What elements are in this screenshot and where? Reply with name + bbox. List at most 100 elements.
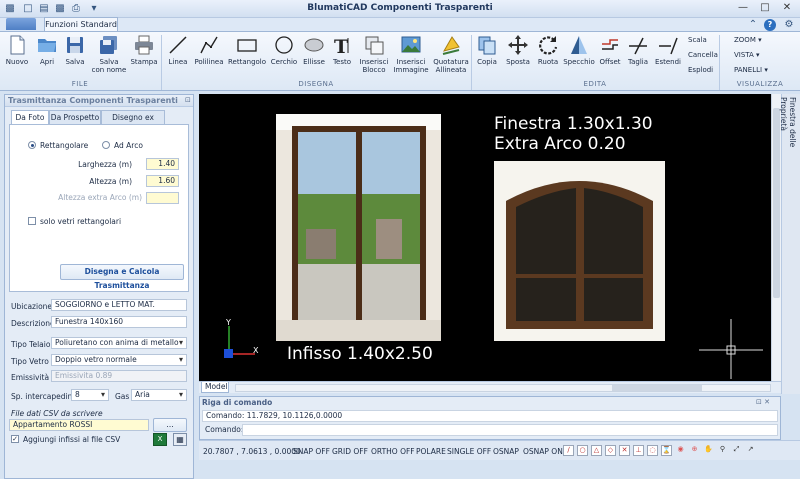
help-icon[interactable]: ?: [764, 19, 776, 31]
csv-file-input[interactable]: Appartamento ROSSI: [9, 419, 149, 431]
quotatura-allineata-button[interactable]: Quotatura Allineata: [431, 34, 471, 74]
browse-button[interactable]: ...: [153, 418, 187, 432]
snap-intersection-icon[interactable]: ✕: [619, 445, 630, 456]
zoom-realtime-icon[interactable]: ↗: [745, 445, 756, 456]
scala-button[interactable]: Scala: [688, 36, 707, 44]
app-logo-icon[interactable]: ▩: [4, 3, 16, 15]
ucs-axis-icon: [224, 326, 255, 358]
tab-funzioni-standard[interactable]: Funzioni Standard: [44, 17, 118, 32]
emissivita-input[interactable]: Emissivita 0.89: [51, 370, 187, 382]
crosshair-cursor: [699, 319, 763, 379]
tab-da-foto[interactable]: Da Foto: [11, 110, 49, 125]
drawing-canvas[interactable]: Finestra 1.30x1.30 Extra Arco 0.20 Infis…: [199, 94, 771, 381]
salva-button[interactable]: Salva: [62, 34, 88, 66]
maximize-button[interactable]: □: [754, 1, 776, 15]
altezza-arco-input[interactable]: [146, 192, 179, 204]
cerchio-label: Cerchio: [270, 58, 298, 66]
snap-midpoint-icon[interactable]: △: [591, 445, 602, 456]
cerchio-button[interactable]: Cerchio: [269, 34, 299, 66]
zoom-dropdown[interactable]: ZOOM: [734, 36, 762, 44]
ortho-toggle[interactable]: ORTHO OFF: [371, 447, 415, 456]
pin-icon[interactable]: ⊡: [185, 96, 191, 104]
tab-da-prospetto[interactable]: Da Prospetto: [49, 110, 101, 124]
stampa-button[interactable]: Stampa: [130, 34, 158, 66]
gas-select[interactable]: Aria: [131, 389, 187, 401]
testo-button[interactable]: T Testo: [330, 34, 354, 66]
model-tab[interactable]: Model: [201, 382, 229, 393]
settings-icon[interactable]: ⚙: [782, 19, 796, 31]
ubicazione-input[interactable]: SOGGIORNO e LETTO MAT.: [51, 299, 187, 311]
open-quick-icon[interactable]: ▤: [38, 3, 50, 15]
specchio-button[interactable]: Specchio: [563, 34, 595, 66]
close-button[interactable]: ✕: [776, 1, 798, 15]
tipo-vetro-select[interactable]: Doppio vetro normale: [51, 354, 187, 366]
testo-label: Testo: [332, 58, 352, 66]
rettangolo-button[interactable]: Rettangolo: [228, 34, 266, 66]
vertical-scrollbar[interactable]: [771, 94, 781, 381]
nuovo-button[interactable]: Nuovo: [3, 34, 31, 66]
open-folder-icon: [38, 39, 56, 52]
sposta-button[interactable]: Sposta: [503, 34, 533, 66]
offset-button[interactable]: Offset: [597, 34, 623, 66]
snap-perpendicular-icon[interactable]: ⊥: [633, 445, 644, 456]
minimize-button[interactable]: —: [732, 1, 754, 15]
excel-icon[interactable]: X: [153, 433, 167, 446]
altezza-input[interactable]: 1.60: [146, 175, 179, 187]
group-disegna-label: DISEGNA: [298, 80, 334, 88]
osnap-on-toggle[interactable]: OSNAP ON: [523, 447, 563, 456]
collapse-ribbon-icon[interactable]: ⌃: [746, 19, 760, 31]
print-quick-icon[interactable]: ⎙: [70, 3, 82, 15]
command-input[interactable]: [242, 424, 778, 436]
zoom-window-icon[interactable]: ⚲: [717, 445, 728, 456]
ellisse-button[interactable]: Ellisse: [301, 34, 327, 66]
aggiungi-checkbox[interactable]: ✓: [11, 435, 19, 443]
copia-button[interactable]: Copia: [474, 34, 500, 66]
inserisci-blocco-button[interactable]: Inserisci Blocco: [357, 34, 391, 74]
snap-quadrant-icon[interactable]: ◇: [605, 445, 616, 456]
h-scroll-thumb[interactable]: [612, 385, 702, 391]
table-icon[interactable]: ▦: [173, 433, 187, 446]
apri-button[interactable]: Apri: [34, 34, 60, 66]
horizontal-scrollbar[interactable]: [235, 384, 771, 392]
tipo-telaio-select[interactable]: Poliuretano con anima di metallo: [51, 337, 187, 349]
scroll-thumb[interactable]: [773, 108, 780, 298]
linea-button[interactable]: Linea: [166, 34, 190, 66]
new-quick-icon[interactable]: □: [22, 3, 34, 15]
snap-endpoint-icon[interactable]: ∕: [563, 445, 574, 456]
grid-toggle[interactable]: GRID OFF: [332, 447, 368, 456]
cancella-button[interactable]: Cancella: [688, 51, 718, 59]
snap-tangent-icon[interactable]: ◌: [647, 445, 658, 456]
ruota-button[interactable]: Ruota: [535, 34, 561, 66]
quick-access-dropdown-icon[interactable]: ▾: [88, 3, 100, 15]
tab-disegno-ex-novo[interactable]: Disegno ex novo: [101, 110, 165, 135]
descrizione-input[interactable]: Funestra 140x160: [51, 316, 187, 328]
pannelli-dropdown[interactable]: PANELLI: [734, 66, 768, 74]
taglia-button[interactable]: Taglia: [625, 34, 651, 66]
osnap-toggle[interactable]: OSNAP: [493, 447, 519, 456]
command-pin-icon[interactable]: ⊡ ✕: [756, 398, 770, 406]
single-toggle[interactable]: SINGLE OFF: [447, 447, 491, 456]
zoom-extents-icon[interactable]: ⤢: [731, 445, 742, 456]
save-quick-icon[interactable]: ▩: [54, 3, 66, 15]
salva-con-nome-button[interactable]: Salva con nome: [91, 34, 127, 74]
calcola-trasmittanza-button[interactable]: Disegna e Calcola Trasmittanza: [60, 264, 184, 290]
pan-icon[interactable]: ✋: [703, 445, 714, 456]
larghezza-input[interactable]: 1.40: [146, 158, 179, 170]
snap-toggle[interactable]: SNAP OFF: [293, 447, 330, 456]
properties-sidebar[interactable]: Finestra delle Proprietà: [779, 94, 800, 394]
vista-dropdown[interactable]: VISTA: [734, 51, 760, 59]
snap-nearest-icon[interactable]: ⌛: [661, 445, 672, 456]
esplodi-button[interactable]: Esplodi: [688, 66, 713, 74]
inserisci-immagine-button[interactable]: Inserisci Immagine: [393, 34, 429, 74]
snap-center-icon[interactable]: ○: [577, 445, 588, 456]
polare-toggle[interactable]: POLARE: [416, 447, 446, 456]
estendi-button[interactable]: Estendi: [653, 34, 683, 66]
radio-ad-arco[interactable]: [102, 141, 110, 149]
radio-rettangolare[interactable]: [28, 141, 36, 149]
solo-vetri-checkbox[interactable]: [28, 217, 36, 225]
snap-node-icon[interactable]: ◉: [675, 445, 686, 456]
application-menu-button[interactable]: [6, 18, 36, 30]
polilinea-button[interactable]: Polilinea: [193, 34, 225, 66]
sp-intercapedine-select[interactable]: 8: [71, 389, 109, 401]
snap-insert-icon[interactable]: ⊕: [689, 445, 700, 456]
